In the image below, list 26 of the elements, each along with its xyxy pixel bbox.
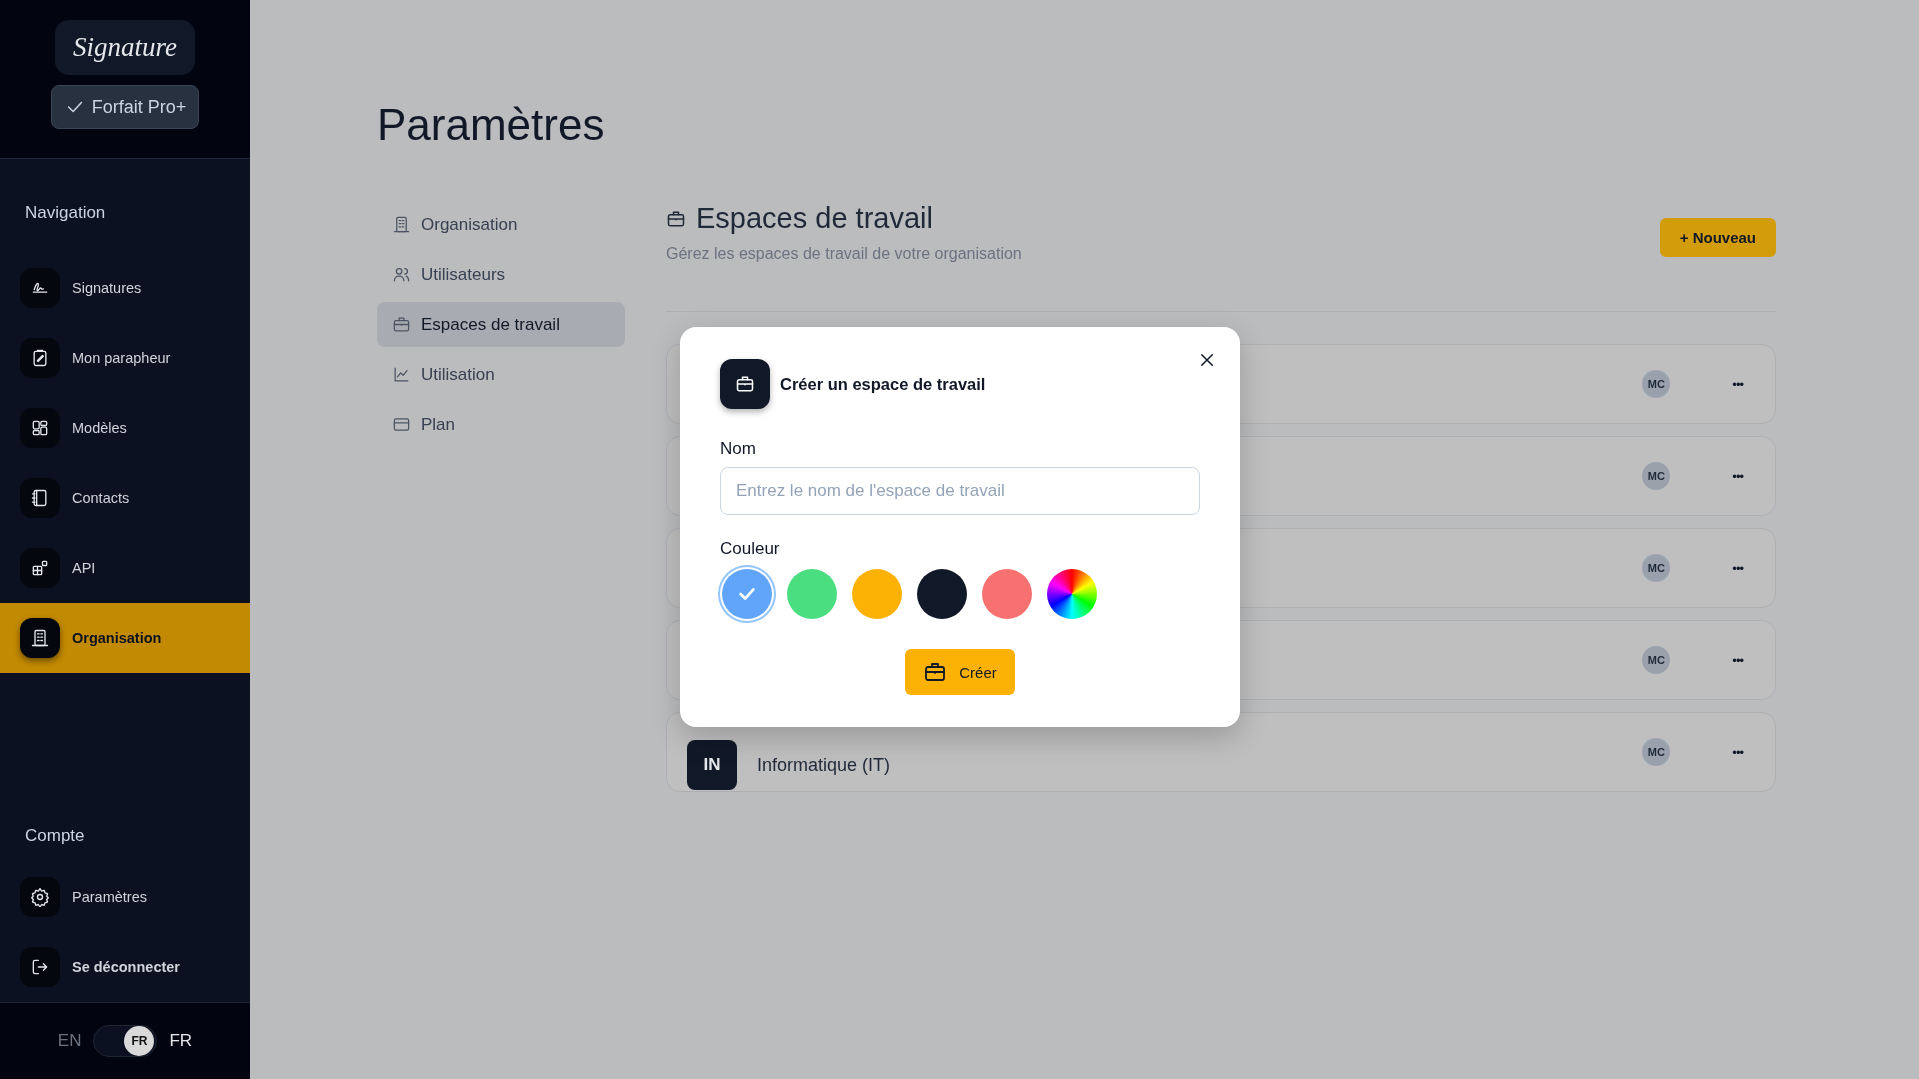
section-heading: Navigation [24, 203, 107, 223]
nav-label: Signatures [72, 280, 142, 296]
nav-label: Modèles [72, 420, 127, 436]
section-subtitle: Gérez les espaces de travail de votre organisation [666, 245, 1022, 263]
section-heading: Compte [24, 826, 86, 846]
logo: Signature [55, 20, 195, 75]
nav-label: Paramètres [72, 889, 147, 905]
language-label: EN [57, 1031, 82, 1051]
user-avatar: MC [1642, 462, 1671, 490]
nav-label: API [72, 560, 96, 576]
user-avatar: MC [1642, 738, 1671, 766]
section-title: Espaces de travail [696, 202, 933, 235]
nav-label: Contacts [72, 490, 130, 506]
page-title: Paramètres [377, 100, 606, 150]
workspace-badge: IN [687, 740, 737, 790]
field-label: Nom [720, 439, 757, 459]
nav-label: Organisation [72, 630, 162, 646]
dialog-title: Créer un espace de travail [780, 374, 986, 394]
workspace-name: Informatique (IT) [757, 754, 891, 776]
nav-label: Se déconnecter [72, 959, 180, 975]
user-avatar: MC [1642, 370, 1671, 398]
language-label: FR [169, 1031, 193, 1051]
user-avatar: MC [1642, 554, 1671, 582]
nav-label: Mon parapheur [72, 350, 171, 366]
user-avatar: MC [1642, 646, 1671, 674]
field-label: Couleur [720, 539, 781, 559]
